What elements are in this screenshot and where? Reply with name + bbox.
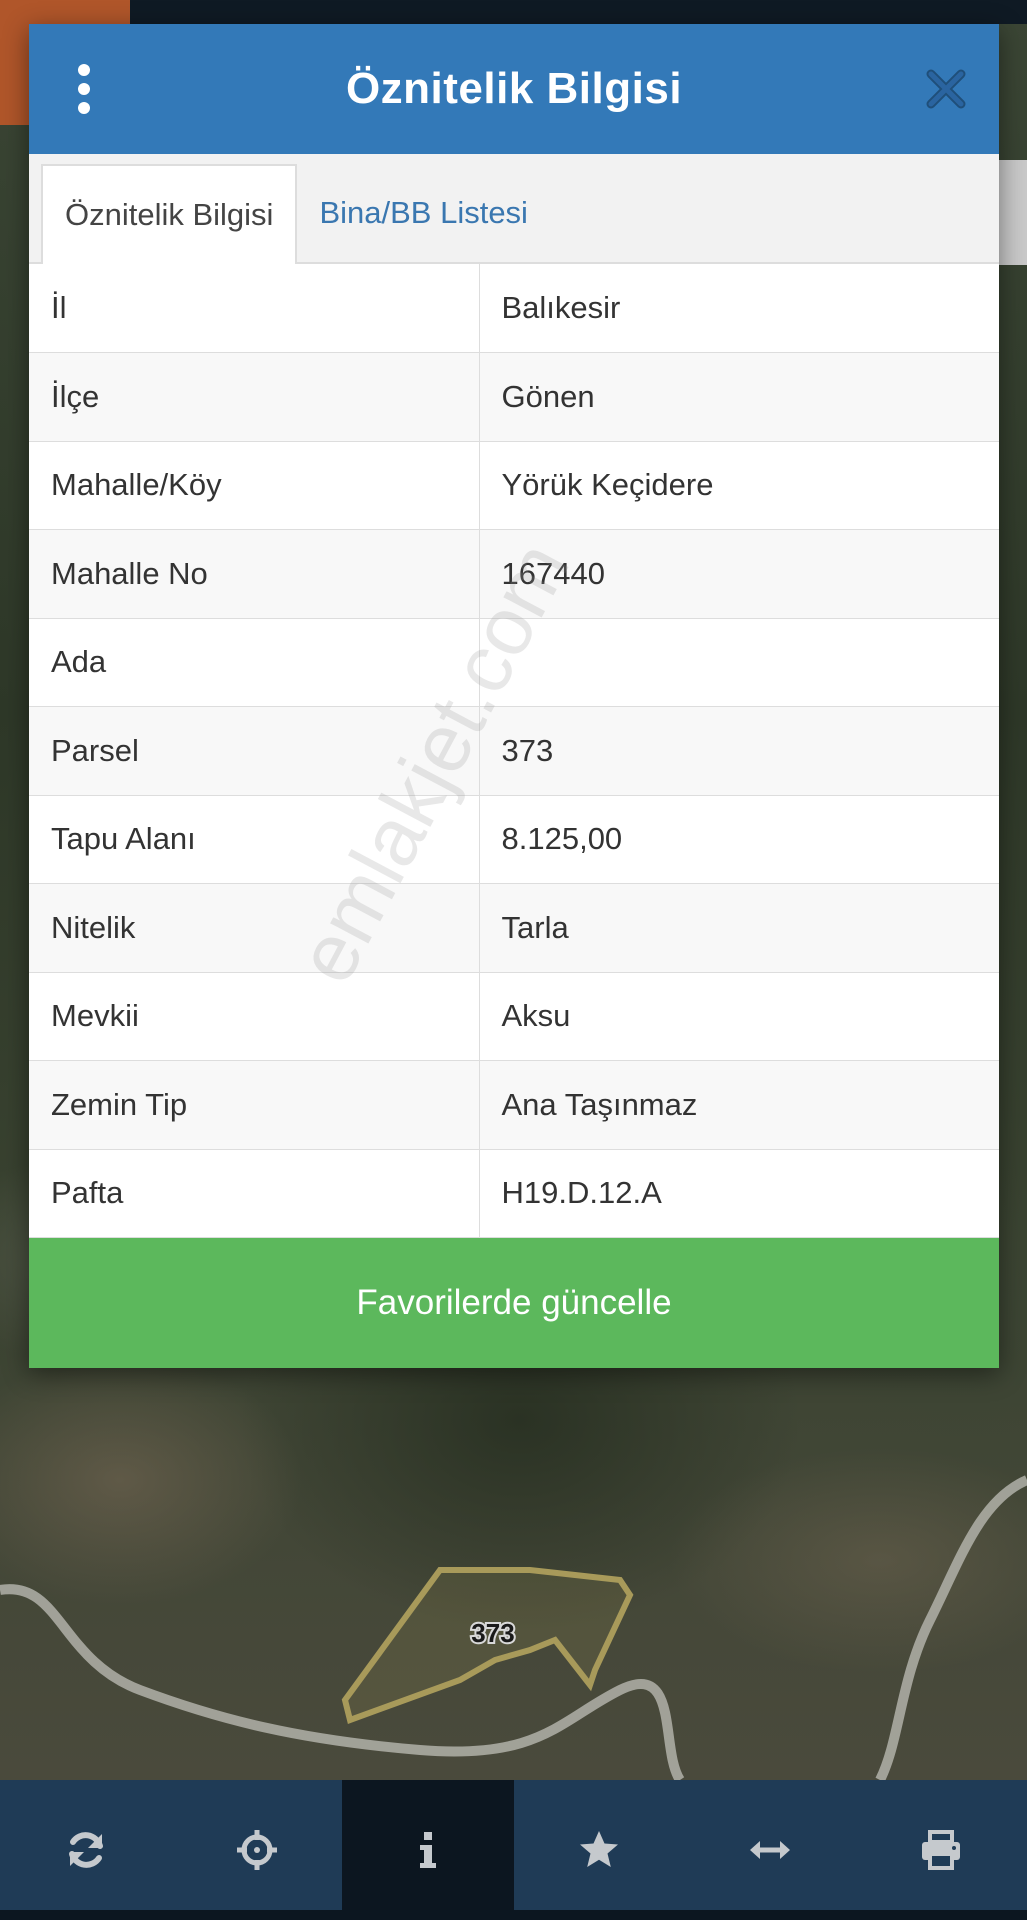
attribute-key: Tapu Alanı	[29, 795, 480, 884]
info-icon	[419, 1832, 436, 1868]
table-row: Mahalle/Köy Yörük Keçidere	[29, 441, 999, 530]
close-icon[interactable]	[923, 66, 969, 112]
tab-building-list[interactable]: Bina/BB Listesi	[297, 164, 550, 262]
attribute-value: Yörük Keçidere	[479, 441, 999, 530]
print-button[interactable]	[856, 1780, 1027, 1920]
table-row: Nitelik Tarla	[29, 883, 999, 973]
map-side-tab	[999, 160, 1027, 265]
attribute-value: 167440	[479, 529, 999, 619]
attribute-key: Mevkii	[29, 972, 480, 1061]
attribute-key: Pafta	[29, 1149, 480, 1238]
attribute-value: Tarla	[479, 883, 999, 973]
table-row: Mahalle No 167440	[29, 529, 999, 619]
attribute-value: H19.D.12.A	[479, 1149, 999, 1238]
attribute-value: Balıkesir	[479, 264, 999, 353]
dialog-header: Öznitelik Bilgisi	[29, 24, 999, 154]
attribute-key: Ada	[29, 618, 480, 707]
info-button[interactable]	[342, 1780, 514, 1920]
refresh-icon	[68, 1832, 103, 1868]
crosshairs-icon	[236, 1830, 277, 1870]
more-options-icon[interactable]	[69, 64, 99, 114]
favorites-button[interactable]	[514, 1780, 685, 1920]
attribute-key: Mahalle/Köy	[29, 441, 480, 530]
map-roads: 373	[0, 1475, 1027, 1780]
table-row: Zemin Tip Ana Taşınmaz	[29, 1060, 999, 1150]
star-icon	[580, 1831, 619, 1867]
tab-attribute-info[interactable]: Öznitelik Bilgisi	[41, 164, 298, 264]
table-row: Tapu Alanı 8.125,00	[29, 795, 999, 884]
parcel-label: 373	[471, 1618, 514, 1648]
attribute-key: İl	[29, 264, 480, 353]
dialog-title: Öznitelik Bilgisi	[345, 64, 683, 113]
table-row: Mevkii Aksu	[29, 972, 999, 1061]
attribute-value: 8.125,00	[479, 795, 999, 884]
table-row: Parsel 373	[29, 706, 999, 796]
attribute-table: İl Balıkesir İlçe Gönen Mahalle/Köy Yörü…	[29, 264, 999, 1238]
table-row: İl Balıkesir	[29, 264, 999, 353]
table-row: İlçe Gönen	[29, 352, 999, 442]
map-top-strip	[0, 0, 1027, 24]
print-icon	[922, 1830, 961, 1870]
attribute-value	[479, 618, 999, 707]
refresh-button[interactable]	[0, 1780, 171, 1920]
table-row: Ada	[29, 618, 999, 707]
attribute-info-dialog: Öznitelik Bilgisi Öznitelik Bilgisi Bina…	[29, 24, 999, 1368]
attribute-value: Gönen	[479, 352, 999, 442]
attribute-key: Parsel	[29, 706, 480, 796]
attribute-key: Nitelik	[29, 883, 480, 973]
arrows-horizontal-icon	[750, 1841, 791, 1859]
attribute-value: 373	[479, 706, 999, 796]
locate-button[interactable]	[171, 1780, 342, 1920]
bottom-toolbar	[0, 1780, 1027, 1920]
attribute-key: Mahalle No	[29, 529, 480, 619]
update-favorites-button[interactable]: Favorilerde güncelle	[29, 1238, 999, 1368]
measure-button[interactable]	[685, 1780, 856, 1920]
dialog-tabs: Öznitelik Bilgisi Bina/BB Listesi	[29, 154, 999, 264]
attribute-value: Aksu	[479, 972, 999, 1061]
attribute-key: İlçe	[29, 352, 480, 442]
attribute-key: Zemin Tip	[29, 1060, 480, 1150]
bottom-edge	[0, 1910, 1027, 1920]
attribute-value: Ana Taşınmaz	[479, 1060, 999, 1150]
table-row: Pafta H19.D.12.A	[29, 1149, 999, 1238]
